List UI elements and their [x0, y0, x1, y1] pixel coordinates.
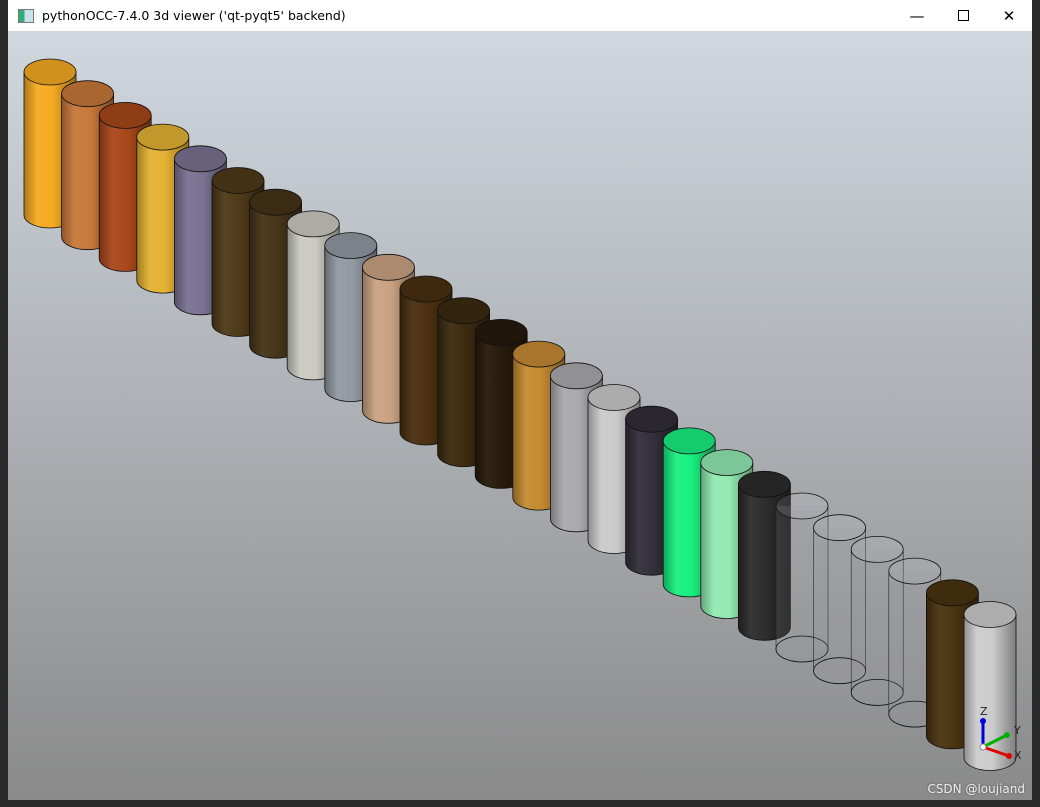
z-label: Z	[980, 705, 988, 718]
window-title: pythonOCC-7.4.0 3d viewer ('qt-pyqt5' ba…	[42, 8, 346, 23]
close-button[interactable]: ✕	[986, 0, 1032, 31]
maximize-icon	[957, 10, 969, 21]
minimize-button[interactable]: —	[894, 0, 940, 31]
watermark: CSDN @loujiand	[927, 782, 1025, 796]
minimize-icon: —	[909, 6, 925, 25]
maximize-button[interactable]	[940, 0, 986, 31]
3d-viewport[interactable]: Z YX CSDN @loujiand	[8, 31, 1032, 800]
scene[interactable]: Z YX	[8, 31, 1032, 800]
app-icon	[18, 8, 34, 23]
x-label: X	[1014, 749, 1022, 762]
y-label: Y	[1013, 724, 1021, 737]
close-icon: ✕	[1002, 6, 1016, 25]
title-bar: pythonOCC-7.4.0 3d viewer ('qt-pyqt5' ba…	[8, 0, 1032, 31]
viewer-window: pythonOCC-7.4.0 3d viewer ('qt-pyqt5' ba…	[8, 0, 1032, 800]
